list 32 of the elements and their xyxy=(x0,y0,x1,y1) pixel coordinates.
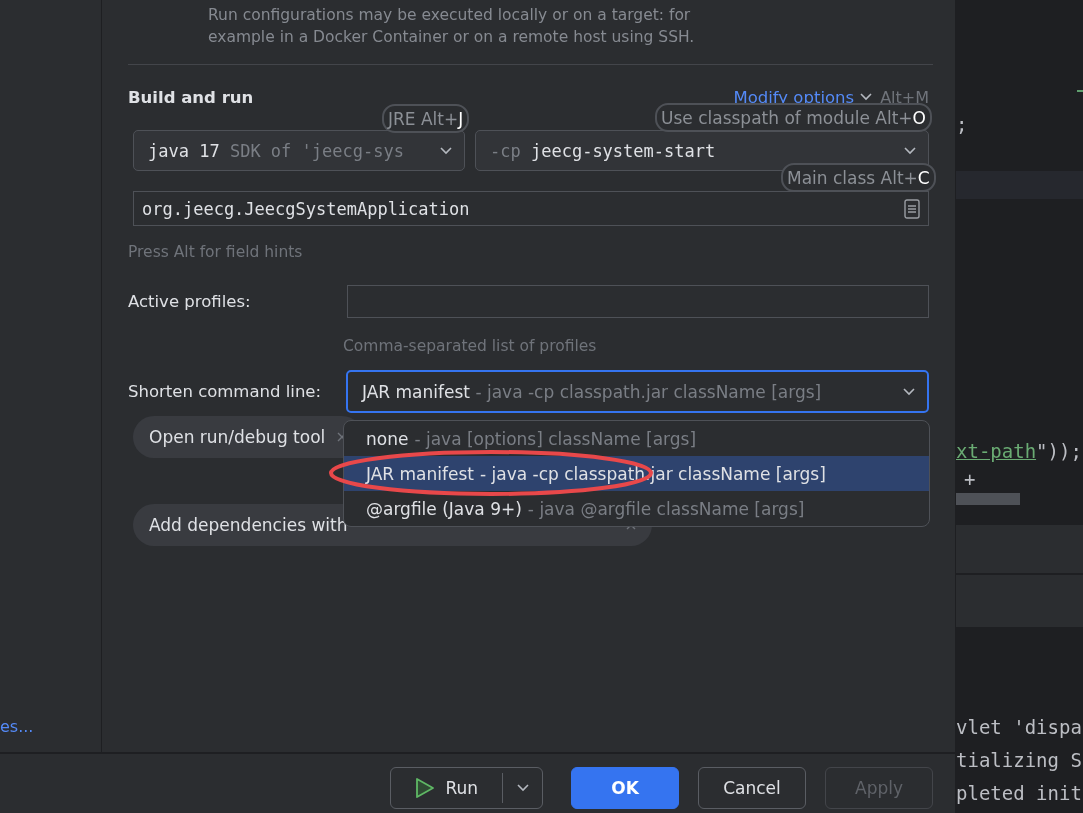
console-line: vlet 'dispa xyxy=(956,715,1083,739)
chevron-down-icon xyxy=(440,146,452,155)
field-hint: Comma-separated list of profiles xyxy=(343,337,598,355)
field-hints-note: Press Alt for field hints xyxy=(128,243,304,261)
dialog-button[interactable]: Cancel xyxy=(698,766,806,809)
jre-dropdown[interactable]: java 17 SDK of 'jeecg-sys xyxy=(133,130,465,171)
main-class-field[interactable]: org.jeecg.JeecgSystemApplication xyxy=(133,191,929,226)
code-line: xt-path")); xyxy=(956,439,1083,463)
shortcut-tooltip: JRE Alt+J xyxy=(382,104,470,133)
shorten-command-line-dropdown[interactable]: JAR manifest - java -cp classpath.jar className [args] xyxy=(346,370,929,413)
field-label: Active profiles: xyxy=(128,292,252,311)
shortcut-tooltip: Use classpath of module Alt+O xyxy=(655,103,932,132)
chevron-down-icon xyxy=(903,387,915,396)
more-link[interactable]: es... xyxy=(0,717,101,736)
change-marker xyxy=(1077,90,1083,92)
scrollbar-thumb[interactable] xyxy=(956,493,1020,505)
shortcut-tooltip: Main class Alt+C xyxy=(781,163,936,192)
active-profiles-field[interactable] xyxy=(347,285,929,318)
dialog-button[interactable]: OK xyxy=(571,766,679,809)
chevron-down-icon xyxy=(904,146,916,155)
code-line: ; xyxy=(956,112,969,136)
section-title: Build and run xyxy=(128,87,254,107)
document-icon[interactable] xyxy=(904,198,920,219)
console-line: pleted init xyxy=(956,781,1083,805)
play-icon xyxy=(415,776,436,799)
console-line: tializing S xyxy=(956,748,1083,772)
chevron-down-icon xyxy=(860,93,873,101)
code-line: + xyxy=(963,467,977,491)
module-dropdown[interactable]: -cp jeecg-system-start xyxy=(475,130,929,171)
chevron-down-icon xyxy=(516,783,529,792)
field-label: Shorten command line: xyxy=(128,382,323,401)
run-configurations-description: Run configurations may be executed locally or on a target: for example in a Docker Container or on a remote host using SSH. xyxy=(207,5,696,48)
